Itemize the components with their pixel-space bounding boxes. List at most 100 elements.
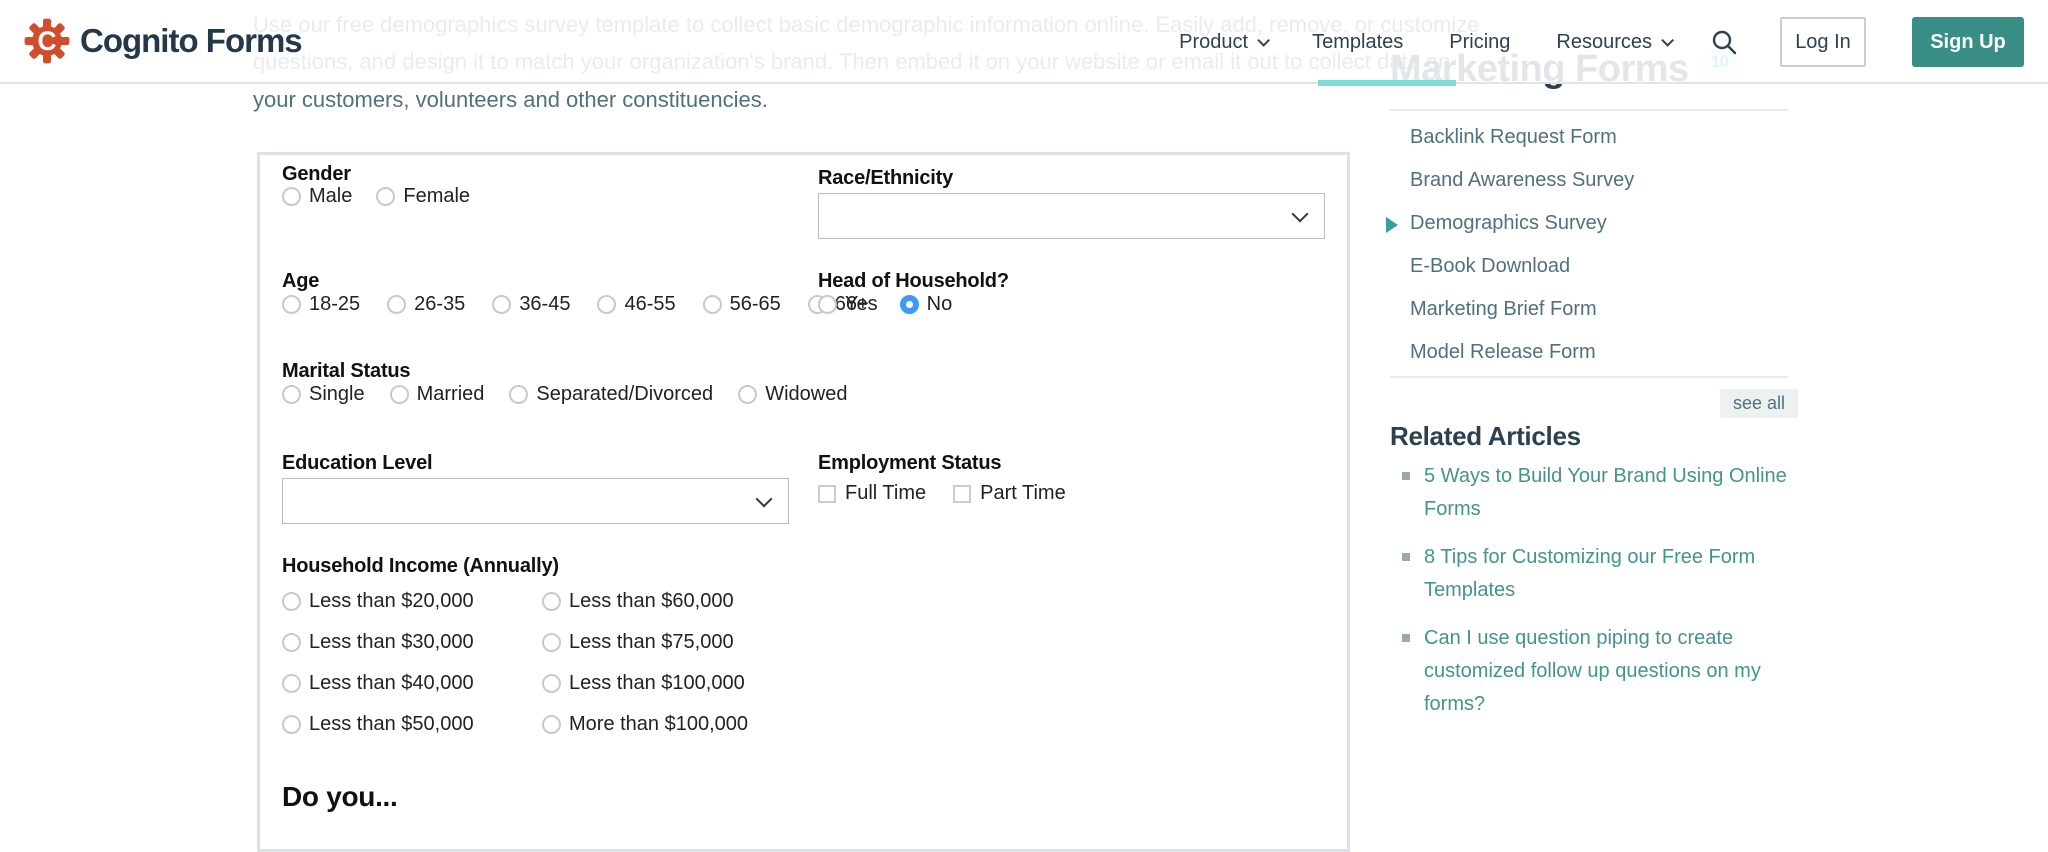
radio-unchecked-icon[interactable] <box>282 295 301 314</box>
age-option-56-65[interactable]: 56-65 <box>703 293 781 316</box>
income-option-lt50000[interactable]: Less than $50,000 <box>282 704 542 745</box>
demographics-survey-form: Gender Male Female Race/Ethnicity Age 18… <box>257 152 1350 852</box>
radio-unchecked-icon[interactable] <box>597 295 616 314</box>
income-option-lt20000[interactable]: Less than $20,000 <box>282 581 542 622</box>
sidebar-divider-top <box>1390 109 1788 111</box>
radio-unchecked-icon[interactable] <box>542 674 561 693</box>
age-option-26-35[interactable]: 26-35 <box>387 293 465 316</box>
see-all-button[interactable]: see all <box>1720 389 1798 418</box>
head-of-household-options: Yes No <box>818 293 952 316</box>
login-button[interactable]: Log In <box>1780 17 1866 67</box>
option-label: Less than $75,000 <box>569 631 734 654</box>
employment-option-part-time[interactable]: Part Time <box>953 482 1066 505</box>
option-label: Separated/Divorced <box>536 383 713 406</box>
bullet-icon <box>1402 634 1410 642</box>
hoh-option-yes[interactable]: Yes <box>818 293 878 316</box>
income-option-lt75000[interactable]: Less than $75,000 <box>542 622 842 663</box>
radio-unchecked-icon[interactable] <box>387 295 406 314</box>
radio-unchecked-icon[interactable] <box>542 592 561 611</box>
radio-unchecked-icon[interactable] <box>492 295 511 314</box>
age-option-46-55[interactable]: 46-55 <box>597 293 675 316</box>
nav-item-pricing[interactable]: Pricing <box>1449 31 1510 54</box>
search-icon[interactable] <box>1710 28 1738 56</box>
radio-unchecked-icon[interactable] <box>703 295 722 314</box>
radio-unchecked-icon[interactable] <box>509 385 528 404</box>
radio-unchecked-icon[interactable] <box>282 592 301 611</box>
gear-icon: C <box>24 18 70 64</box>
marital-option-married[interactable]: Married <box>390 383 485 406</box>
gender-option-female[interactable]: Female <box>376 185 470 208</box>
checkbox-unchecked-icon[interactable] <box>953 485 971 503</box>
radio-unchecked-icon[interactable] <box>282 633 301 652</box>
sidebar-item-demographics-survey[interactable]: Demographics Survey <box>1410 212 1607 235</box>
education-level-select[interactable] <box>282 478 789 524</box>
age-option-36-45[interactable]: 36-45 <box>492 293 570 316</box>
option-label: 46-55 <box>624 293 675 316</box>
option-label: No <box>927 293 953 316</box>
age-option-18-25[interactable]: 18-25 <box>282 293 360 316</box>
nav-item-resources[interactable]: Resources <box>1556 31 1670 54</box>
option-label: Widowed <box>765 383 847 406</box>
income-option-lt40000[interactable]: Less than $40,000 <box>282 663 542 704</box>
logo-wordmark: Cognito Forms <box>80 22 302 60</box>
marital-status-options: Single Married Separated/Divorced Widowe… <box>282 383 847 406</box>
race-ethnicity-select[interactable] <box>818 193 1325 239</box>
radio-unchecked-icon[interactable] <box>542 633 561 652</box>
related-articles-list: 5 Ways to Build Your Brand Using Online … <box>1402 460 1804 736</box>
option-label: 56-65 <box>730 293 781 316</box>
svg-text:C: C <box>37 26 56 56</box>
related-article-link-brand[interactable]: 5 Ways to Build Your Brand Using Online … <box>1402 460 1804 526</box>
sidebar-item-backlink-request-form[interactable]: Backlink Request Form <box>1410 126 1617 149</box>
signup-button[interactable]: Sign Up <box>1912 17 2024 67</box>
household-income-options: Less than $20,000 Less than $60,000 Less… <box>282 581 842 745</box>
option-label: Single <box>309 383 365 406</box>
checkbox-unchecked-icon[interactable] <box>818 485 836 503</box>
radio-unchecked-icon[interactable] <box>282 187 301 206</box>
gender-option-male[interactable]: Male <box>282 185 352 208</box>
income-option-gt100000[interactable]: More than $100,000 <box>542 704 842 745</box>
radio-unchecked-icon[interactable] <box>390 385 409 404</box>
radio-unchecked-icon[interactable] <box>542 715 561 734</box>
radio-unchecked-icon[interactable] <box>282 385 301 404</box>
radio-checked-icon[interactable] <box>900 295 919 314</box>
marital-option-widowed[interactable]: Widowed <box>738 383 847 406</box>
option-label: 26-35 <box>414 293 465 316</box>
form-section-heading: Do you... <box>282 781 398 813</box>
related-article-link-question-piping[interactable]: Can I use question piping to create cust… <box>1402 622 1804 721</box>
sidebar-item-brand-awareness-survey[interactable]: Brand Awareness Survey <box>1410 169 1634 192</box>
option-label: Less than $20,000 <box>309 590 474 613</box>
marital-status-label: Marital Status <box>282 360 410 383</box>
income-option-lt30000[interactable]: Less than $30,000 <box>282 622 542 663</box>
employment-option-full-time[interactable]: Full Time <box>818 482 926 505</box>
related-articles-heading: Related Articles <box>1390 421 1581 452</box>
radio-unchecked-icon[interactable] <box>282 674 301 693</box>
marital-option-single[interactable]: Single <box>282 383 365 406</box>
nav-item-product[interactable]: Product <box>1179 31 1266 54</box>
head-of-household-label: Head of Household? <box>818 270 1009 293</box>
site-header: C Cognito Forms Product Templates Pricin… <box>0 0 2048 84</box>
sidebar-item-marketing-brief-form[interactable]: Marketing Brief Form <box>1410 298 1597 321</box>
header-progress-indicator <box>1318 80 1456 86</box>
sidebar-item-ebook-download[interactable]: E-Book Download <box>1410 255 1570 278</box>
option-label: Married <box>417 383 485 406</box>
income-option-lt60000[interactable]: Less than $60,000 <box>542 581 842 622</box>
employment-status-label: Employment Status <box>818 452 1001 475</box>
chevron-down-icon <box>1257 34 1270 47</box>
related-article-link-templates[interactable]: 8 Tips for Customizing our Free Form Tem… <box>1402 541 1804 607</box>
sidebar-divider-bottom <box>1390 376 1788 378</box>
nav-item-templates[interactable]: Templates <box>1312 31 1403 54</box>
radio-unchecked-icon[interactable] <box>282 715 301 734</box>
income-option-lt100000[interactable]: Less than $100,000 <box>542 663 842 704</box>
logo[interactable]: C Cognito Forms <box>24 18 302 64</box>
option-label: Yes <box>845 293 878 316</box>
sidebar-item-model-release-form[interactable]: Model Release Form <box>1410 341 1596 364</box>
marital-option-separated-divorced[interactable]: Separated/Divorced <box>509 383 713 406</box>
radio-unchecked-icon[interactable] <box>376 187 395 206</box>
radio-unchecked-icon[interactable] <box>738 385 757 404</box>
radio-unchecked-icon[interactable] <box>818 295 837 314</box>
hoh-option-no[interactable]: No <box>900 293 953 316</box>
option-label: Full Time <box>845 482 926 505</box>
main-nav: Product Templates Pricing Resources Log … <box>1179 0 2024 84</box>
option-label: Less than $30,000 <box>309 631 474 654</box>
employment-status-options: Full Time Part Time <box>818 482 1066 505</box>
